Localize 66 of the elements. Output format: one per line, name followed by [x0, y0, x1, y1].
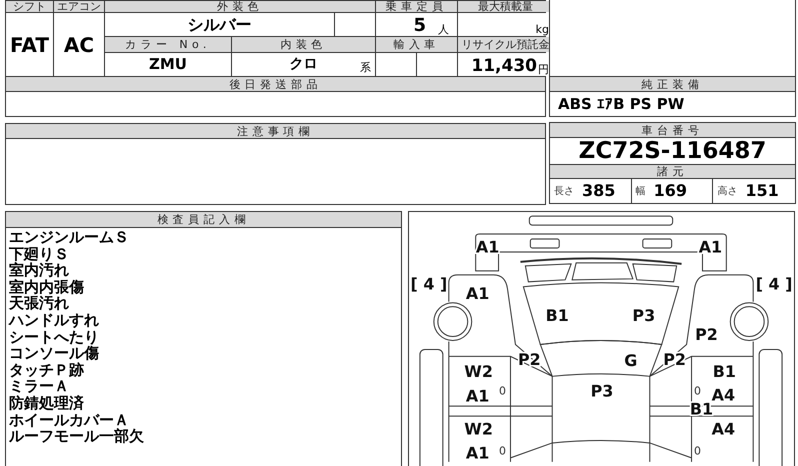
damage-code: 0	[694, 384, 701, 398]
field-value: AC	[54, 13, 104, 76]
field-value: FAT	[6, 13, 53, 76]
spec-value: 385	[582, 180, 616, 202]
damage-code: [ 4 ]	[410, 274, 448, 294]
field-value: クロ	[290, 55, 318, 74]
field-value: 11,430	[471, 58, 537, 75]
unit-label: 人	[438, 24, 449, 35]
column-header: 輸入車	[376, 37, 457, 52]
spec-value: 151	[745, 180, 779, 202]
damage-code: B1	[712, 362, 736, 381]
section-header: 諸元	[550, 164, 795, 179]
field-value: シルバー	[105, 13, 334, 36]
damage-code: 0	[499, 384, 506, 398]
inspector-note: 防錆処理済	[9, 394, 85, 412]
damage-code: A1	[466, 284, 490, 304]
damage-code: A4	[712, 420, 736, 439]
column-header: 乗車定員	[376, 1, 457, 12]
damage-code: P3	[632, 306, 656, 326]
inspector-note: コンソール傷	[9, 345, 100, 362]
damage-code: P3	[590, 382, 614, 401]
section-header: 車台番号	[550, 123, 795, 138]
damage-code: A4	[712, 386, 736, 405]
unit-label: 円	[538, 64, 549, 75]
damage-code: 0	[694, 444, 701, 458]
damage-code: W2	[464, 362, 493, 381]
inspector-note: シートへたり	[9, 328, 100, 346]
spec-label: 長さ	[554, 184, 574, 198]
damage-code: G	[624, 350, 638, 370]
unit-label: 系	[360, 60, 371, 76]
field-value: 5	[413, 17, 426, 35]
inspector-note: 下廻りＳ	[9, 246, 70, 262]
equipment-value: ABS ｴｱB PS PW	[549, 92, 796, 117]
section-header: 純正装備	[549, 77, 796, 92]
column-header: シフト	[6, 1, 53, 12]
damage-code: A1	[698, 237, 722, 256]
damage-code: A1	[466, 443, 490, 462]
section-header: 注意事項欄	[6, 124, 545, 139]
damage-code: P2	[695, 325, 718, 344]
column-header: 内装色	[232, 37, 375, 52]
damage-code: B1	[546, 306, 569, 326]
damage-code: W2	[464, 420, 493, 439]
unit-label: kg	[536, 24, 549, 35]
inspector-note: ハンドルすれ	[9, 312, 100, 329]
chassis-number: ZC72S-116487	[578, 138, 768, 164]
inspector-note: タッチＰ跡	[9, 362, 85, 378]
damage-code: A1	[466, 386, 490, 406]
field-value: ZMU	[105, 53, 231, 76]
inspector-note: エンジンルームＳ	[9, 229, 130, 246]
inspector-note: ミラーＡ	[9, 378, 69, 395]
section-header: 後日発送部品	[6, 77, 545, 92]
damage-code: 0	[499, 444, 506, 458]
spec-label: 幅	[636, 184, 646, 198]
damage-code: [ 4 ]	[756, 274, 792, 294]
inspector-note: 室内汚れ	[9, 262, 70, 279]
spec-label: 高さ	[717, 184, 738, 198]
inspector-note: ルーフモール一部欠	[9, 428, 145, 445]
inspector-note: ホイールカバーＡ	[9, 412, 129, 428]
column-header: カラー No.	[105, 37, 231, 52]
inspector-note: 天張汚れ	[9, 295, 69, 312]
spec-value: 169	[654, 180, 688, 202]
damage-code: A1	[476, 237, 500, 256]
section-header: 検査員記入欄	[6, 212, 401, 228]
column-header: エアコン	[54, 1, 104, 12]
inspector-note: 室内内張傷	[9, 278, 85, 296]
column-header: 外装色	[105, 1, 375, 12]
